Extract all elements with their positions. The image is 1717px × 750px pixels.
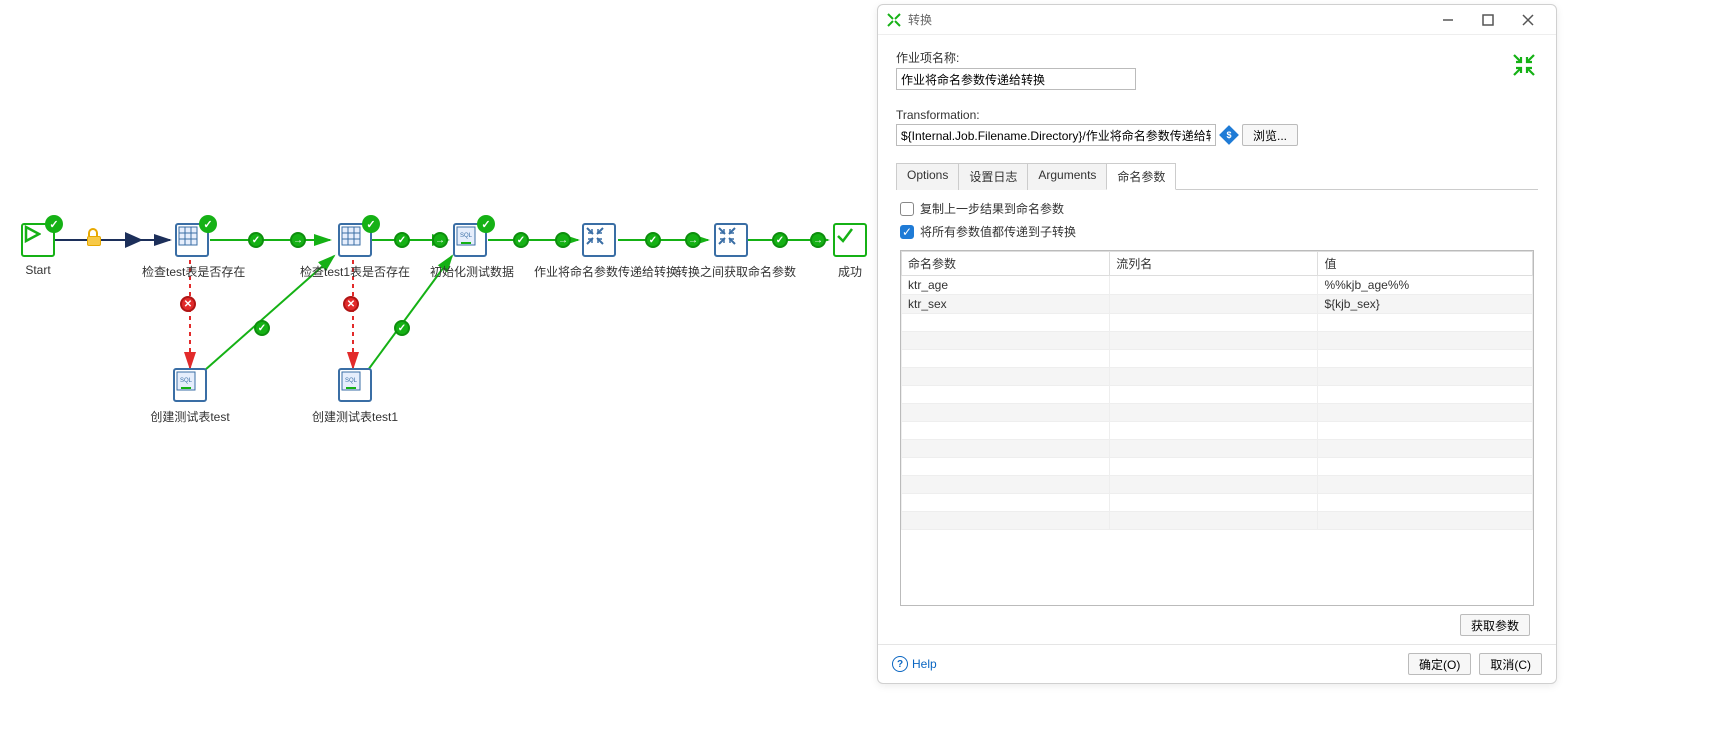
- help-icon: ?: [892, 656, 908, 672]
- hop-error-icon[interactable]: ✕: [343, 296, 359, 312]
- node-label: 成功: [830, 263, 870, 280]
- table-row[interactable]: [902, 476, 1533, 494]
- transformation-icon: [886, 12, 902, 28]
- check-icon: ✓: [199, 215, 217, 233]
- close-button[interactable]: [1508, 8, 1548, 32]
- table-row[interactable]: [902, 404, 1533, 422]
- check-icon: ✓: [477, 215, 495, 233]
- dialog-title: 转换: [908, 11, 932, 28]
- tab-named-params[interactable]: 命名参数: [1106, 163, 1176, 190]
- get-params-button[interactable]: 获取参数: [1460, 614, 1530, 636]
- copy-previous-results-checkbox[interactable]: [900, 202, 914, 216]
- table-row[interactable]: [902, 494, 1533, 512]
- params-table: 命名参数 流列名 值 ktr_age %%kjb_age%%: [901, 251, 1533, 530]
- tab-bar: Options 设置日志 Arguments 命名参数: [896, 162, 1538, 190]
- svg-text:SQL: SQL: [345, 378, 358, 384]
- table-row[interactable]: [902, 350, 1533, 368]
- col-stream-name[interactable]: 流列名: [1110, 252, 1318, 276]
- node-label: 创建测试表test: [150, 408, 230, 425]
- job-entry-name-input[interactable]: [896, 68, 1136, 90]
- cancel-button[interactable]: 取消(C): [1479, 653, 1542, 675]
- maximize-button[interactable]: [1468, 8, 1508, 32]
- hop-ok-icon[interactable]: ✓: [254, 320, 270, 336]
- node-create-test[interactable]: SQL 创建测试表test: [150, 368, 230, 425]
- help-link[interactable]: ? Help: [892, 656, 937, 672]
- node-label: 检查test表是否存在: [142, 263, 242, 280]
- table-row[interactable]: [902, 512, 1533, 530]
- hop-connectors: [0, 0, 877, 750]
- collapse-icon[interactable]: [1510, 51, 1538, 79]
- pass-all-params-label: 将所有参数值都传递到子转换: [920, 223, 1076, 240]
- table-row[interactable]: ktr_sex ${kjb_sex}: [902, 295, 1533, 314]
- tab-options[interactable]: Options: [896, 163, 959, 190]
- table-row[interactable]: [902, 332, 1533, 350]
- col-param-name[interactable]: 命名参数: [902, 252, 1110, 276]
- node-label: 转换之间获取命名参数: [676, 263, 786, 280]
- check-icon: ✓: [45, 215, 63, 233]
- svg-text:SQL: SQL: [460, 233, 473, 239]
- check-icon: ✓: [362, 215, 380, 233]
- hop-ok-icon[interactable]: ✓: [248, 232, 264, 248]
- ok-button[interactable]: 确定(O): [1408, 653, 1471, 675]
- job-entry-name-label: 作业项名称:: [896, 49, 1510, 66]
- browse-button[interactable]: 浏览...: [1242, 124, 1298, 146]
- node-label: 作业将命名参数传递给转换: [534, 263, 664, 280]
- node-transform-get-params[interactable]: 转换之间获取命名参数: [676, 223, 786, 280]
- table-row[interactable]: [902, 458, 1533, 476]
- table-row[interactable]: [902, 314, 1533, 332]
- dialog-titlebar[interactable]: 转换: [878, 5, 1556, 35]
- node-init-data[interactable]: SQL ✓ 初始化测试数据: [430, 223, 510, 280]
- node-label: 检查test1表是否存在: [300, 263, 410, 280]
- table-row[interactable]: [902, 422, 1533, 440]
- transformation-path-input[interactable]: [896, 124, 1216, 146]
- hop-ok-icon[interactable]: →: [810, 232, 826, 248]
- tab-arguments[interactable]: Arguments: [1027, 163, 1107, 190]
- params-table-container[interactable]: 命名参数 流列名 值 ktr_age %%kjb_age%%: [900, 250, 1534, 606]
- hop-ok-icon[interactable]: ✓: [513, 232, 529, 248]
- node-check-test1[interactable]: ✓ 检查test1表是否存在: [300, 223, 410, 280]
- transformation-label: Transformation:: [896, 108, 1538, 122]
- node-transform-pass-params[interactable]: 作业将命名参数传递给转换: [534, 223, 664, 280]
- lock-icon: [88, 232, 102, 248]
- node-success[interactable]: 成功: [830, 223, 870, 280]
- col-value[interactable]: 值: [1318, 252, 1533, 276]
- named-params-pane: 复制上一步结果到命名参数 ✓ 将所有参数值都传递到子转换 命名参数 流列名 值: [896, 190, 1538, 644]
- workflow-canvas[interactable]: ✓ → ✓ → ✓ → ✓ → ✓ → ✕ ✕ ✓ ✓ ✓ Start ✓: [0, 0, 877, 750]
- node-start[interactable]: ✓ Start: [18, 223, 58, 277]
- transformation-dialog: 转换 作业项名称:: [877, 4, 1557, 684]
- hop-ok-icon[interactable]: ✓: [394, 320, 410, 336]
- minimize-button[interactable]: [1428, 8, 1468, 32]
- table-row[interactable]: [902, 368, 1533, 386]
- tab-logging[interactable]: 设置日志: [958, 163, 1028, 190]
- variable-icon: [1219, 125, 1239, 145]
- node-check-test[interactable]: ✓ 检查test表是否存在: [142, 223, 242, 280]
- dialog-footer: ? Help 确定(O) 取消(C): [878, 644, 1556, 683]
- node-create-test1[interactable]: SQL 创建测试表test1: [310, 368, 400, 425]
- node-label: 创建测试表test1: [310, 408, 400, 425]
- table-row[interactable]: [902, 386, 1533, 404]
- node-label: Start: [18, 263, 58, 277]
- node-label: 初始化测试数据: [430, 263, 510, 280]
- svg-text:SQL: SQL: [180, 378, 193, 384]
- table-row[interactable]: [902, 440, 1533, 458]
- table-row[interactable]: ktr_age %%kjb_age%%: [902, 276, 1533, 295]
- hop-error-icon[interactable]: ✕: [180, 296, 196, 312]
- pass-all-params-checkbox[interactable]: ✓: [900, 225, 914, 239]
- copy-previous-results-label: 复制上一步结果到命名参数: [920, 200, 1064, 217]
